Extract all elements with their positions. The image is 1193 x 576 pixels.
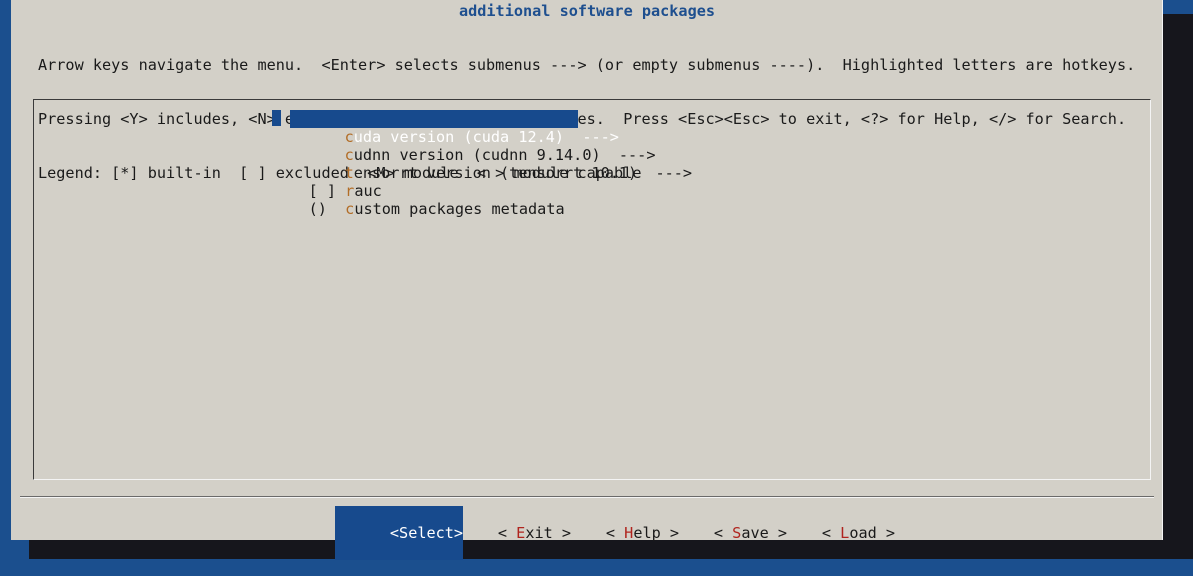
button-bracket: < xyxy=(389,524,400,542)
button-bracket: < xyxy=(713,524,733,542)
button-hotkey: L xyxy=(840,524,850,542)
button-bracket: < xyxy=(821,524,841,542)
menu-item-label: ustom packages metadata xyxy=(354,200,565,218)
button-bracket: < xyxy=(605,524,625,542)
menu-item-hotkey: c xyxy=(345,200,355,218)
button-separator-highlight xyxy=(20,497,1154,498)
load-button[interactable]: < Load > xyxy=(767,506,895,560)
button-label: oad xyxy=(849,524,877,542)
dialog-border xyxy=(1162,0,1163,540)
dialog-shadow-right xyxy=(1163,14,1193,559)
button-bracket: < xyxy=(497,524,517,542)
dialog-title: additional software packages xyxy=(458,2,716,20)
help-line-1: Arrow keys navigate the menu. <Enter> se… xyxy=(38,56,1136,74)
button-label: xit xyxy=(525,524,553,542)
button-label: ave xyxy=(741,524,769,542)
button-hotkey: H xyxy=(624,524,634,542)
selection-cursor xyxy=(272,110,281,126)
menu-item-custom-packages-metadata[interactable]: () custom packages metadata xyxy=(272,182,565,236)
button-hotkey: S xyxy=(399,524,409,542)
button-label: elp xyxy=(633,524,661,542)
button-hotkey: E xyxy=(516,524,526,542)
menuconfig-dialog: additional software packages Arrow keys … xyxy=(11,0,1163,560)
button-bracket: > xyxy=(876,524,896,542)
menu-item-label: ensorrt version (tensorrt 10.1) ---> xyxy=(353,164,693,182)
button-hotkey: S xyxy=(732,524,742,542)
string-option-icon: () xyxy=(308,200,346,218)
